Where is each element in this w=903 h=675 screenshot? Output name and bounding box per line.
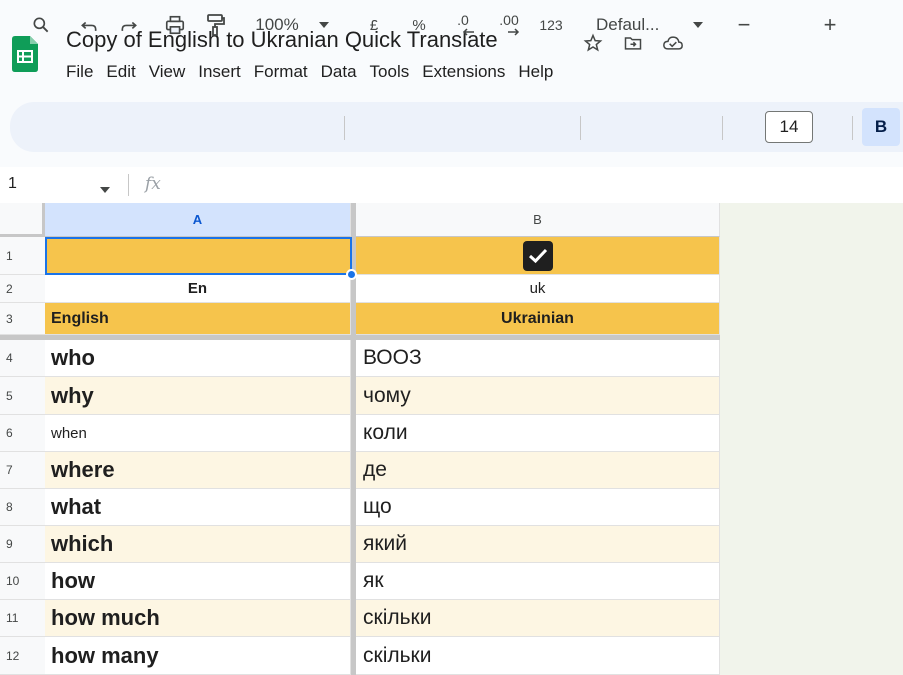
checkbox-checked-icon[interactable] (522, 240, 553, 271)
paint-format-icon[interactable] (202, 0, 228, 50)
menu-extensions[interactable]: Extensions (422, 62, 505, 82)
undo-icon[interactable] (76, 0, 102, 50)
toolbar-divider (722, 116, 723, 140)
cell-b[interactable]: Ukrainian (356, 303, 720, 335)
cell-a[interactable]: why (45, 377, 351, 415)
table-row: 8 what що (0, 489, 720, 526)
zoom-select[interactable]: 100% (248, 0, 306, 50)
cell-a[interactable] (45, 237, 351, 275)
table-row: 2 En uk (0, 275, 720, 303)
zoom-chevron-down-icon[interactable] (316, 0, 332, 50)
cell-a[interactable]: how much (45, 600, 351, 637)
row-header[interactable]: 4 (0, 340, 45, 377)
menu-format[interactable]: Format (254, 62, 308, 82)
menu-data[interactable]: Data (321, 62, 357, 82)
decrease-decimal-button[interactable]: .0 (448, 0, 478, 50)
table-row: 9 which який (0, 526, 720, 563)
cell-b[interactable]: uk (356, 275, 720, 303)
table-row: 5 why чому (0, 377, 720, 415)
cell-b[interactable]: скільки (356, 637, 720, 675)
row-header[interactable]: 11 (0, 600, 45, 637)
redo-icon[interactable] (116, 0, 142, 50)
decrease-font-size-button[interactable]: − (734, 0, 754, 50)
toolbar-divider (852, 116, 853, 140)
toolbar-divider (344, 116, 345, 140)
table-row: 12 how many скільки (0, 637, 720, 675)
fill-handle[interactable] (346, 269, 357, 280)
menu-file[interactable]: File (66, 62, 93, 82)
font-family-select[interactable]: Defaul... (596, 0, 680, 50)
column-header-b[interactable]: B (356, 203, 720, 237)
row-header[interactable]: 10 (0, 563, 45, 600)
increase-font-size-button[interactable]: + (820, 0, 840, 50)
cell-a[interactable]: how (45, 563, 351, 600)
cell-b[interactable]: який (356, 526, 720, 563)
select-all-corner[interactable] (0, 203, 45, 237)
menu-help[interactable]: Help (518, 62, 553, 82)
row-header[interactable]: 6 (0, 415, 45, 452)
cell-b[interactable]: скільки (356, 600, 720, 637)
menu-insert[interactable]: Insert (198, 62, 241, 82)
increase-decimal-button[interactable]: .00 (492, 0, 526, 50)
empty-sheet-area (720, 203, 903, 675)
print-icon[interactable] (162, 0, 188, 50)
spreadsheet-grid: A B 1 2 En uk 3 English Ukrainian 4 who ВООЗ 5 why ч… (0, 203, 903, 675)
cell-a[interactable]: when (45, 415, 351, 452)
formula-divider (128, 174, 129, 196)
table-row: 3 English Ukrainian (0, 303, 720, 335)
cell-a[interactable]: how many (45, 637, 351, 675)
decrease-decimal-label: .0 (457, 12, 469, 28)
table-row: 6 when коли (0, 415, 720, 452)
cell-a[interactable]: where (45, 452, 351, 489)
row-header[interactable]: 7 (0, 452, 45, 489)
table-row: 10 how як (0, 563, 720, 600)
currency-format-button[interactable]: £ (364, 0, 384, 50)
font-chevron-down-icon[interactable] (690, 0, 706, 50)
cell-b[interactable]: як (356, 563, 720, 600)
search-menus-icon[interactable] (28, 0, 54, 50)
name-box-chevron-down-icon[interactable] (100, 180, 110, 198)
increase-decimal-label: .00 (499, 12, 519, 28)
cell-b[interactable]: чому (356, 377, 720, 415)
formula-bar: 1 fx (0, 167, 903, 203)
row-header[interactable]: 8 (0, 489, 45, 526)
row-header[interactable]: 1 (0, 237, 45, 275)
cell-b[interactable]: ВООЗ (356, 340, 720, 377)
bold-button[interactable]: B (862, 108, 900, 146)
toolbar-divider (580, 116, 581, 140)
row-header[interactable]: 3 (0, 303, 45, 335)
cell-a[interactable]: English (45, 303, 351, 335)
menu-edit[interactable]: Edit (106, 62, 135, 82)
frozen-row-divider[interactable] (0, 335, 720, 340)
cell-b-checkbox[interactable] (356, 237, 720, 275)
table-row: 7 where де (0, 452, 720, 489)
cell-b[interactable]: коли (356, 415, 720, 452)
menu-bar: File Edit View Insert Format Data Tools … (66, 62, 566, 82)
table-row: 4 who ВООЗ (0, 340, 720, 377)
row-header[interactable]: 5 (0, 377, 45, 415)
row-header[interactable]: 2 (0, 275, 45, 303)
percent-format-button[interactable]: % (408, 0, 430, 50)
cell-a[interactable]: what (45, 489, 351, 526)
more-formats-button[interactable]: 123 (534, 0, 568, 50)
menu-view[interactable]: View (149, 62, 186, 82)
table-row: 1 (0, 237, 720, 275)
row-header[interactable]: 12 (0, 637, 45, 675)
cell-a[interactable]: En (45, 275, 351, 303)
fx-icon: fx (145, 174, 161, 194)
cell-b[interactable]: що (356, 489, 720, 526)
column-header-a[interactable]: A (45, 203, 351, 237)
cell-a[interactable]: which (45, 526, 351, 563)
cell-b[interactable]: де (356, 452, 720, 489)
row-header[interactable]: 9 (0, 526, 45, 563)
menu-tools[interactable]: Tools (370, 62, 410, 82)
font-size-input[interactable]: 14 (765, 111, 813, 143)
name-box[interactable]: 1 (8, 175, 17, 193)
table-row: 11 how much скільки (0, 600, 720, 637)
cell-a[interactable]: who (45, 340, 351, 377)
